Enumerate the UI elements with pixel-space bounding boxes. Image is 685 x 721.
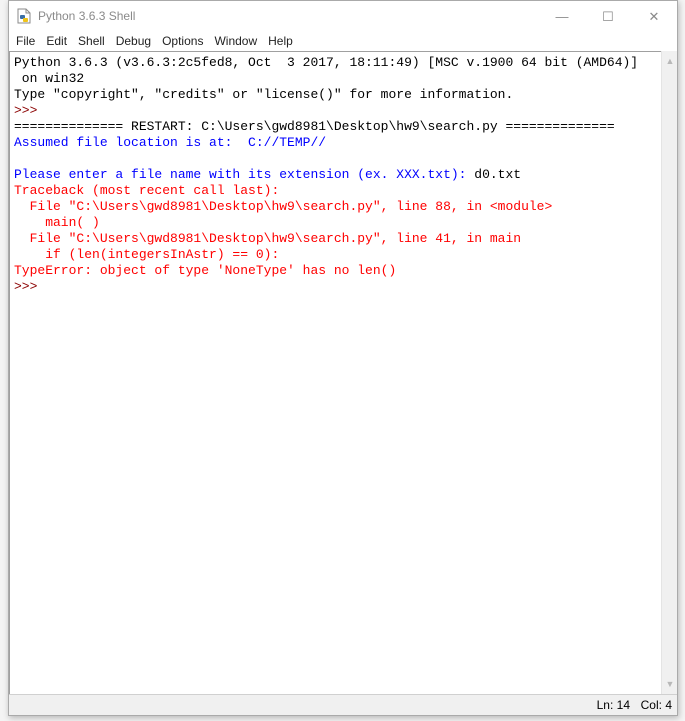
shell-output-text: Please enter a file name with its extens… [14,167,475,182]
shell-line: ============== RESTART: C:\Users\gwd8981… [14,119,661,135]
menu-window[interactable]: Window [209,32,262,51]
shell-line: Please enter a file name with its extens… [14,167,661,183]
shell-line: Python 3.6.3 (v3.6.3:2c5fed8, Oct 3 2017… [14,55,661,71]
shell-line: >>> [14,103,661,119]
shell-output-text: ============== RESTART: C:\Users\gwd8981… [14,119,615,134]
shell-output-text: Assumed file location is at: C://TEMP// [14,135,327,150]
shell-line: TypeError: object of type 'NoneType' has… [14,263,661,279]
shell-output-text: main( ) [14,215,100,230]
shell-output-text: if (len(integersInAstr) == 0): [14,247,280,262]
shell-line: Type "copyright", "credits" or "license(… [14,87,661,103]
shell-line: File "C:\Users\gwd8981\Desktop\hw9\searc… [14,231,661,247]
menu-help[interactable]: Help [263,32,298,51]
minimize-button[interactable]: — [539,1,585,32]
menu-file[interactable]: File [11,32,40,51]
shell-output-text: File "C:\Users\gwd8981\Desktop\hw9\searc… [14,231,522,246]
menu-shell[interactable]: Shell [73,32,110,51]
menu-options[interactable]: Options [157,32,208,51]
shell-line: Assumed file location is at: C://TEMP// [14,135,661,151]
python-app-icon [16,8,32,24]
menu-debug[interactable]: Debug [111,32,156,51]
shell-line: File "C:\Users\gwd8981\Desktop\hw9\searc… [14,199,661,215]
menu-edit[interactable]: Edit [41,32,72,51]
user-input-text: d0.txt [474,167,522,182]
shell-output-text: Type "copyright", "credits" or "license(… [14,87,514,102]
scroll-up-button[interactable]: ▲ [662,53,678,69]
vertical-scrollbar[interactable]: ▲ ▼ [661,51,677,694]
shell-output-text: TypeError: object of type 'NoneType' has… [14,263,397,278]
close-button[interactable]: ✕ [631,1,677,32]
status-column-number: Col: 4 [640,698,672,712]
minimize-icon: — [555,9,569,24]
title-bar[interactable]: Python 3.6.3 Shell — ☐ ✕ [9,1,677,32]
chevron-down-icon: ▼ [665,679,675,689]
shell-line: if (len(integersInAstr) == 0): [14,247,661,263]
shell-prompt: >>> [14,103,46,118]
close-icon: ✕ [648,8,660,24]
shell-prompt: >>> [14,279,46,294]
status-bar: Ln: 14 Col: 4 [9,694,677,715]
shell-output-text: Python 3.6.3 (v3.6.3:2c5fed8, Oct 3 2017… [14,55,639,70]
status-line-number: Ln: 14 [596,698,630,712]
chevron-up-icon: ▲ [665,56,675,66]
maximize-icon: ☐ [602,8,614,24]
shell-line: on win32 [14,71,661,87]
shell-line: Traceback (most recent call last): [14,183,661,199]
menu-bar: File Edit Shell Debug Options Window Hel… [9,32,677,51]
shell-line: >>> [14,279,661,295]
maximize-button[interactable]: ☐ [585,1,631,32]
shell-text-area[interactable]: Python 3.6.3 (v3.6.3:2c5fed8, Oct 3 2017… [9,51,661,694]
scroll-down-button[interactable]: ▼ [662,676,678,692]
shell-output-text: on win32 [14,71,85,86]
shell-output-text: Traceback (most recent call last): [14,183,280,198]
shell-line: main( ) [14,215,661,231]
shell-output-text: File "C:\Users\gwd8981\Desktop\hw9\searc… [14,199,553,214]
window-title: Python 3.6.3 Shell [38,9,136,23]
idle-shell-window: Python 3.6.3 Shell — ☐ ✕ File Edit Shell… [8,0,678,716]
